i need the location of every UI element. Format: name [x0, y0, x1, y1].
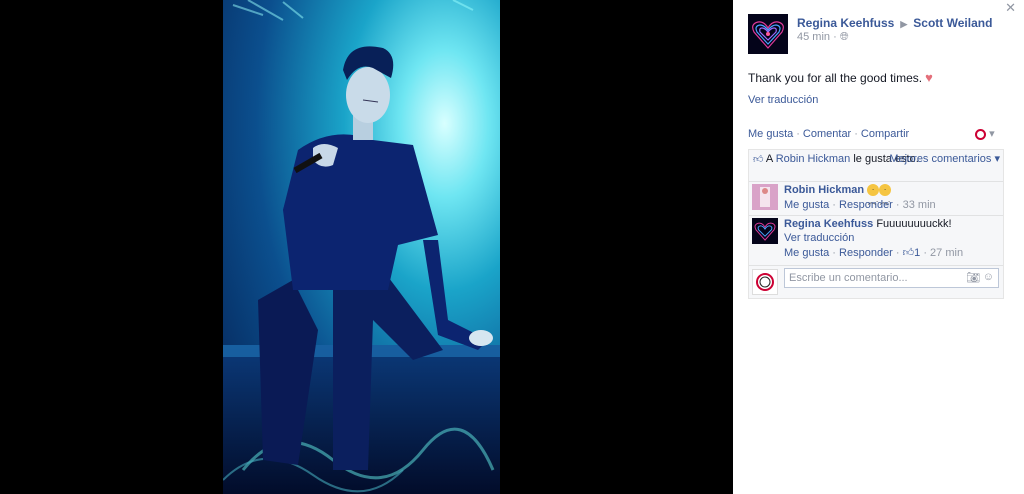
- triangle-right-icon: ▶: [900, 19, 908, 29]
- photo-image: [223, 0, 500, 494]
- comment-time[interactable]: 33 min: [903, 199, 936, 211]
- share-button[interactable]: Compartir: [861, 128, 909, 140]
- comment-reply-link[interactable]: Responder: [839, 247, 893, 259]
- comment-like-count[interactable]: 👍︎1: [903, 247, 921, 259]
- comment-input[interactable]: Escribe un comentario... 📷︎ ☺: [784, 268, 999, 288]
- caret-down-icon: ▾: [994, 153, 1000, 165]
- post-actions: Me gusta · Comentar · Compartir: [748, 128, 910, 140]
- likes-summary: 👍︎ A Robin Hickman le gusta esto. Mejore…: [749, 150, 1003, 182]
- post-photo[interactable]: [223, 0, 500, 494]
- author-link[interactable]: Regina Keehfuss: [797, 16, 894, 30]
- thumbs-up-icon: 👍︎: [753, 154, 764, 165]
- comment-like-link[interactable]: Me gusta: [784, 247, 829, 259]
- page-selector[interactable]: ▾: [975, 127, 995, 140]
- crying-emoji-icon: ·︵·: [867, 184, 880, 207]
- post-translate-link[interactable]: Ver traducción: [748, 94, 818, 106]
- comment-item: Regina Keehfuss Fuuuuuuuuckk! Ver traduc…: [749, 216, 1003, 266]
- comment-translate-link[interactable]: Ver traducción: [784, 232, 854, 244]
- post-text: Thank you for all the good times.: [748, 71, 923, 85]
- comment-button[interactable]: Comentar: [803, 128, 851, 140]
- crying-emoji-icon: ·︵·: [879, 184, 892, 207]
- post-meta: 45 min · 🌐︎: [797, 31, 849, 43]
- post-body: Thank you for all the good times. ♥: [748, 70, 933, 85]
- comment-item: Robin Hickman ·︵··︵· Me gusta · Responde…: [749, 182, 1003, 216]
- camera-icon[interactable]: 📷︎: [966, 271, 980, 284]
- globe-icon[interactable]: 🌐︎: [840, 31, 849, 43]
- author-avatar[interactable]: [748, 14, 788, 54]
- target-link[interactable]: Scott Weiland: [913, 16, 992, 30]
- feedback-box: 👍︎ A Robin Hickman le gusta esto. Mejore…: [748, 149, 1004, 299]
- commenter-avatar[interactable]: [752, 184, 778, 210]
- comment-author[interactable]: Robin Hickman: [784, 184, 864, 196]
- comment-author[interactable]: Regina Keehfuss: [784, 218, 873, 230]
- comment-placeholder: Escribe un comentario...: [789, 272, 908, 284]
- heart-icon: ♥: [925, 70, 933, 85]
- emoji-icon[interactable]: ☺: [983, 271, 994, 283]
- commenter-avatar[interactable]: [752, 218, 778, 244]
- like-button[interactable]: Me gusta: [748, 128, 793, 140]
- heart-logo-icon: [748, 14, 788, 54]
- comment-reply-link[interactable]: Responder: [839, 199, 893, 211]
- ring-logo-icon: [756, 273, 774, 291]
- post-time[interactable]: 45 min: [797, 31, 830, 43]
- profile-ring-icon: [975, 128, 986, 140]
- comment-text: Fuuuuuuuuckk!: [876, 218, 952, 230]
- post-header: Regina Keehfuss ▶ Scott Weiland: [797, 16, 992, 30]
- liker-link[interactable]: Robin Hickman: [776, 153, 851, 165]
- post-panel: ✕ Regina Keehfuss ▶ Scott Weiland 45 min ·…: [733, 0, 1024, 494]
- comment-composer: Escribe un comentario... 📷︎ ☺: [749, 266, 1003, 298]
- comment-sort-dropdown[interactable]: Mejores comentarios ▾: [889, 153, 1000, 166]
- comment-time[interactable]: 27 min: [930, 247, 963, 259]
- thumbs-up-icon: 👍︎: [902, 247, 915, 259]
- close-icon[interactable]: ✕: [1005, 0, 1016, 16]
- chevron-down-icon: ▾: [989, 128, 995, 140]
- photo-stage: [0, 0, 733, 494]
- comment-like-link[interactable]: Me gusta: [784, 199, 829, 211]
- current-user-avatar: [752, 269, 778, 295]
